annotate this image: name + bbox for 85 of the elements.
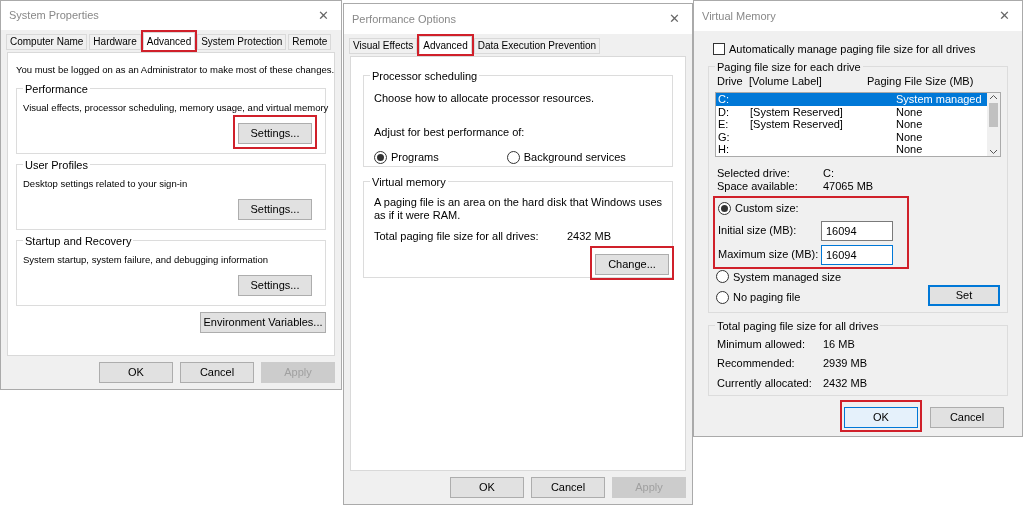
maximum-size-field[interactable]: 16094 [821,244,893,265]
close-button[interactable]: ✕ [665,9,684,29]
radio-button[interactable] [716,270,729,284]
info-label: Selected drive: [717,167,791,180]
close-button[interactable]: ✕ [314,5,333,26]
tab[interactable]: Computer Name [6,34,88,51]
group-description: System startup, system failure, and debugging information [23,252,268,267]
radio-label: Custom size: [735,201,799,216]
drive-letter: G: [718,130,731,143]
radio-button[interactable] [374,150,387,164]
column-header: Drive [717,73,744,89]
tab[interactable]: System Protection [197,34,287,51]
drive-letter: E: [718,118,730,131]
drive-list[interactable]: C: System managed D: [System Reserved] None E: [System Reserved] None G: None H: None [715,92,1001,157]
volume-label: [System Reserved] [750,105,844,118]
drive-row[interactable]: H: None [716,143,987,156]
dialog-button[interactable]: Cancel [930,406,1004,428]
tab[interactable]: Advanced [419,35,472,54]
total-label: Total paging file size for all drives: [374,228,540,244]
group-description: Visual effects, processor scheduling, memory usage, and virtual memory [23,100,329,115]
total-label: Recommended: [717,356,796,371]
paging-size: None [896,143,923,156]
scroll-up-icon[interactable] [989,93,998,102]
volume-label: [System Reserved] [750,118,844,131]
dialog-button[interactable]: Settings... [238,198,312,220]
dialog-button[interactable]: Cancel [531,477,605,498]
group-description: Desktop settings related to your sign-in [23,176,188,191]
initial-size-field[interactable]: 16094 [821,220,893,241]
total-label: Currently allocated: [717,375,813,391]
total-value: 2432 MB [567,228,612,244]
total-value: 2939 MB [823,356,868,371]
window-title: System Properties [9,8,99,24]
radio-button[interactable] [716,290,729,304]
dialog-button[interactable]: Cancel [180,362,254,383]
radio-label: System managed size [733,269,842,285]
drive-letter: H: [718,143,730,156]
tab[interactable]: Remote [288,34,332,51]
field-label: Initial size (MB): [718,223,798,239]
window-title: Performance Options [352,11,456,27]
dialog-button[interactable]: OK [844,406,918,428]
radio-label: No paging file [733,290,801,305]
total-value: 2432 MB [823,375,868,391]
drive-row[interactable]: E: [System Reserved] None [716,118,987,131]
paging-size: None [896,130,923,143]
dialog-button[interactable]: OK [99,362,173,383]
checkbox-label: Automatically manage paging file size for all drives [729,42,976,57]
scrollbar[interactable] [987,93,1000,156]
paging-size: None [896,118,923,131]
radio-label: Background services [523,149,626,165]
total-value: 16 MB [823,336,855,352]
window-title: Virtual Memory [702,8,776,24]
group-description: A paging file is an area on the hard disk that Windows uses as if it were RAM. [374,195,663,222]
info-label: Space available: [717,180,799,193]
drive-letter: C: [718,93,730,106]
checkbox[interactable] [713,43,725,56]
radio-button[interactable] [718,201,731,215]
total-label: Minimum allowed: [717,336,807,352]
scroll-down-icon[interactable] [989,147,998,156]
close-button[interactable]: ✕ [995,6,1014,26]
set-button[interactable]: Set [928,284,1000,306]
adjust-label: Adjust for best performance of: [374,125,526,141]
paging-size: None [896,105,923,118]
dialog-button[interactable]: Settings... [238,274,312,296]
drive-row[interactable]: G: None [716,130,987,143]
drive-row[interactable]: D: [System Reserved] None [716,105,987,118]
info-value: C: [823,167,834,180]
radio-label: Programs [391,149,439,165]
info-value: 47065 MB [823,180,874,193]
tab[interactable]: Visual Effects [349,37,418,54]
dialog-button[interactable]: Environment Variables... [200,311,326,333]
drive-letter: D: [718,105,730,118]
notice-text: You must be logged on as an Administrator to make most of these changes. [16,63,335,78]
dialog-button[interactable]: OK [450,477,524,498]
tab[interactable]: Advanced [142,32,196,51]
tab[interactable]: Data Execution Prevention [473,37,601,54]
tab[interactable]: Hardware [89,34,141,51]
radio-button[interactable] [506,150,520,164]
group-description: Choose how to allocate processor resources. [374,90,596,106]
dialog-button[interactable]: Settings... [238,122,312,144]
dialog-button[interactable]: Change... [595,254,669,276]
drive-row[interactable]: C: System managed [716,93,987,106]
column-header: [Volume Label] [749,73,823,89]
column-header: Paging File Size (MB) [867,73,974,89]
paging-size: System managed [896,93,982,106]
field-label: Maximum size (MB): [718,247,820,263]
